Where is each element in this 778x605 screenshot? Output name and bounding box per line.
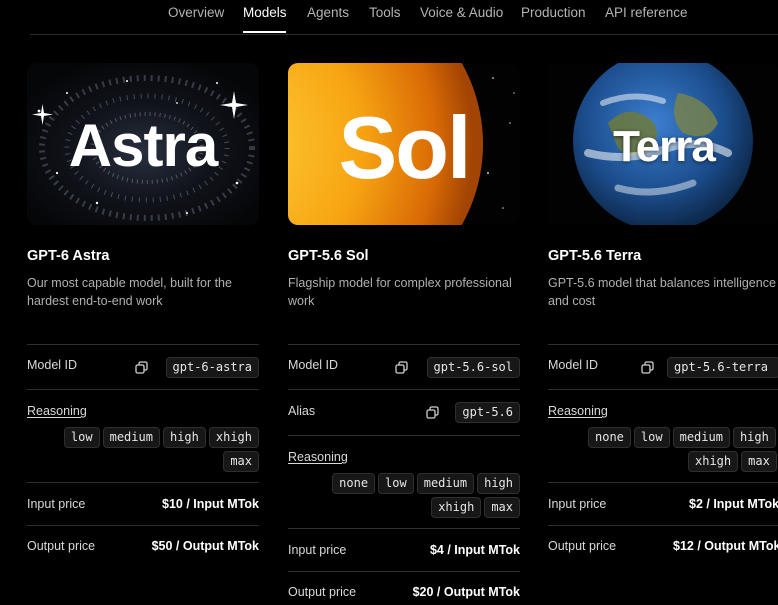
label-output-price: Output price xyxy=(288,585,357,599)
output-price-value: $50 / Output MTok xyxy=(151,539,259,553)
hero-image-terra: Terra xyxy=(548,63,778,225)
tab-production[interactable]: Production xyxy=(521,5,586,20)
label-model-id: Model ID xyxy=(548,358,599,372)
hero-image-astra: Astra xyxy=(27,63,259,225)
copy-icon[interactable] xyxy=(135,361,148,374)
label-model-id: Model ID xyxy=(288,358,339,372)
row-input-price: Input price $10 / Input MTok xyxy=(27,483,259,526)
top-nav: Overview Models Agents Tools Voice & Aud… xyxy=(0,0,778,36)
reasoning-chip: xhigh xyxy=(688,451,739,472)
label-output-price: Output price xyxy=(27,539,96,553)
label-output-price: Output price xyxy=(548,539,617,553)
input-price-value: $2 / Input MTok xyxy=(689,497,778,511)
tab-voice-audio[interactable]: Voice & Audio xyxy=(420,5,503,20)
tab-api-reference[interactable]: API reference xyxy=(605,5,688,20)
row-reasoning: Reasoning low medium high xhigh max xyxy=(27,390,259,483)
tab-overview[interactable]: Overview xyxy=(168,5,224,20)
reasoning-chip: high xyxy=(732,427,776,448)
reasoning-link[interactable]: Reasoning xyxy=(27,404,87,418)
model-description: Flagship model for complex professional … xyxy=(288,276,512,308)
reasoning-chip: low xyxy=(633,427,670,448)
reasoning-chip: medium xyxy=(416,473,475,494)
active-tab-indicator xyxy=(243,31,286,33)
model-id-chip[interactable]: gpt-5.6-sol xyxy=(426,357,520,378)
output-price-value: $12 / Output MTok xyxy=(673,539,778,553)
row-output-price: Output price $50 / Output MTok xyxy=(27,526,259,571)
nav-divider xyxy=(30,34,778,35)
reasoning-chip: none xyxy=(332,473,376,494)
model-name: GPT-5.6 Terra xyxy=(548,248,642,264)
model-card-terra: Terra GPT-5.6 Terra GPT-5.6 model that b… xyxy=(548,63,778,571)
model-card-astra: Astra GPT-6 Astra Our most capable model… xyxy=(27,63,259,571)
hero-image-sol: Sol xyxy=(288,63,520,225)
model-card-sol: Sol GPT-5.6 Sol Flagship model for compl… xyxy=(288,63,520,605)
row-model-id: Model ID gpt-5.6-terra xyxy=(548,345,778,390)
model-name: GPT-5.6 Sol xyxy=(288,248,369,264)
input-price-value: $10 / Input MTok xyxy=(162,497,259,511)
label-input-price: Input price xyxy=(27,497,86,511)
tab-models[interactable]: Models xyxy=(243,5,287,20)
label-model-id: Model ID xyxy=(27,358,78,372)
reasoning-chip: none xyxy=(588,427,631,448)
row-alias: Alias gpt-5.6 xyxy=(288,390,520,436)
model-description: Our most capable model, built for the ha… xyxy=(27,276,232,308)
row-output-price: Output price $20 / Output MTok xyxy=(288,572,520,605)
reasoning-chip: max xyxy=(484,497,520,518)
row-input-price: Input price $2 / Input MTok xyxy=(548,483,778,526)
output-price-value: $20 / Output MTok xyxy=(412,585,520,599)
tab-agents[interactable]: Agents xyxy=(307,5,349,20)
reasoning-link[interactable]: Reasoning xyxy=(548,404,608,418)
input-price-value: $4 / Input MTok xyxy=(429,543,520,557)
alias-chip[interactable]: gpt-5.6 xyxy=(455,402,520,423)
hero-title-sol: Sol xyxy=(338,98,472,197)
model-id-chip[interactable]: gpt-6-astra xyxy=(165,357,259,378)
row-reasoning: Reasoning none low medium high xhigh max xyxy=(548,390,778,483)
reasoning-chip: max xyxy=(223,451,259,472)
hero-title-terra: Terra xyxy=(613,122,716,171)
copy-icon[interactable] xyxy=(395,361,408,374)
row-output-price: Output price $12 / Output MTok xyxy=(548,526,778,571)
copy-icon[interactable] xyxy=(426,406,439,419)
label-alias: Alias xyxy=(288,404,316,418)
row-reasoning: Reasoning none low medium high xhigh max xyxy=(288,436,520,529)
model-id-chip[interactable]: gpt-5.6-terra xyxy=(667,357,778,378)
copy-icon[interactable] xyxy=(641,361,654,374)
reasoning-chip: xhigh xyxy=(208,427,259,448)
reasoning-chip: low xyxy=(63,427,100,448)
reasoning-link[interactable]: Reasoning xyxy=(288,450,348,464)
model-name: GPT-6 Astra xyxy=(27,248,110,264)
row-model-id: Model ID gpt-5.6-sol xyxy=(288,345,520,390)
row-input-price: Input price $4 / Input MTok xyxy=(288,529,520,572)
label-input-price: Input price xyxy=(288,543,347,557)
reasoning-chip: medium xyxy=(102,427,160,448)
tab-tools[interactable]: Tools xyxy=(369,5,401,20)
reasoning-chip: high xyxy=(162,427,206,448)
row-model-id: Model ID gpt-6-astra xyxy=(27,345,259,390)
label-input-price: Input price xyxy=(548,497,607,511)
reasoning-chip: low xyxy=(378,473,414,494)
reasoning-chip: max xyxy=(741,451,777,472)
model-description: GPT-5.6 model that balances intelligence… xyxy=(548,276,776,308)
reasoning-chip: xhigh xyxy=(431,497,482,518)
reasoning-chip: medium xyxy=(672,427,730,448)
reasoning-chip: high xyxy=(477,473,520,494)
hero-title-astra: Astra xyxy=(68,112,218,179)
